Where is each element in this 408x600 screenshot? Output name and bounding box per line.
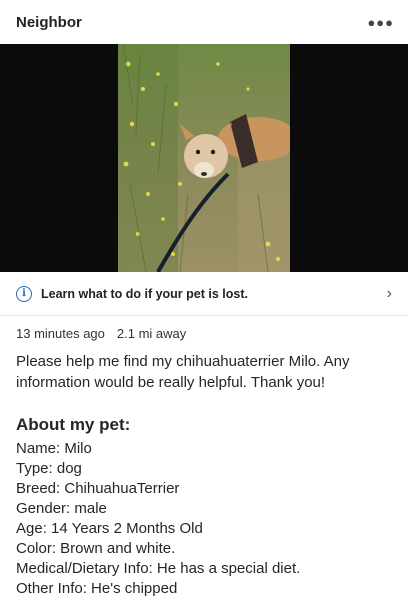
- post-time: 13 minutes ago: [16, 326, 105, 341]
- chevron-right-icon: ›: [386, 284, 392, 302]
- pet-photo: [118, 44, 290, 272]
- pet-breed: Breed: ChihuahuaTerrier: [16, 480, 180, 497]
- pet-other-info: Other Info: He's chipped: [16, 580, 178, 597]
- pet-medical-info: Medical/Dietary Info: He has a special d…: [16, 560, 301, 577]
- pet-color: Color: Brown and white.: [16, 540, 176, 557]
- post-content: 13 minutes ago 2.1 mi away Please help m…: [0, 326, 408, 599]
- pet-gender: Gender: male: [16, 500, 107, 517]
- lost-pet-banner[interactable]: i Learn what to do if your pet is lost. …: [0, 272, 408, 316]
- pet-name: Name: Milo: [16, 440, 92, 457]
- pet-type: Type: dog: [16, 460, 82, 477]
- post-meta: 13 minutes ago 2.1 mi away: [16, 326, 392, 341]
- post-body: Please help me find my chihuahuaterrier …: [16, 353, 350, 391]
- about-heading: About my pet:: [16, 415, 131, 434]
- pet-photo-container[interactable]: [0, 44, 408, 272]
- info-icon: i: [16, 285, 32, 302]
- top-bar: Neighbor ●●●: [0, 0, 408, 44]
- post-distance: 2.1 mi away: [116, 326, 187, 341]
- pet-age: Age: 14 Years 2 Months Old: [16, 520, 203, 537]
- page-title: Neighbor: [16, 13, 82, 31]
- lost-pet-banner-text: Learn what to do if your pet is lost.: [41, 286, 248, 301]
- more-horizontal-icon[interactable]: ●●●: [367, 16, 394, 29]
